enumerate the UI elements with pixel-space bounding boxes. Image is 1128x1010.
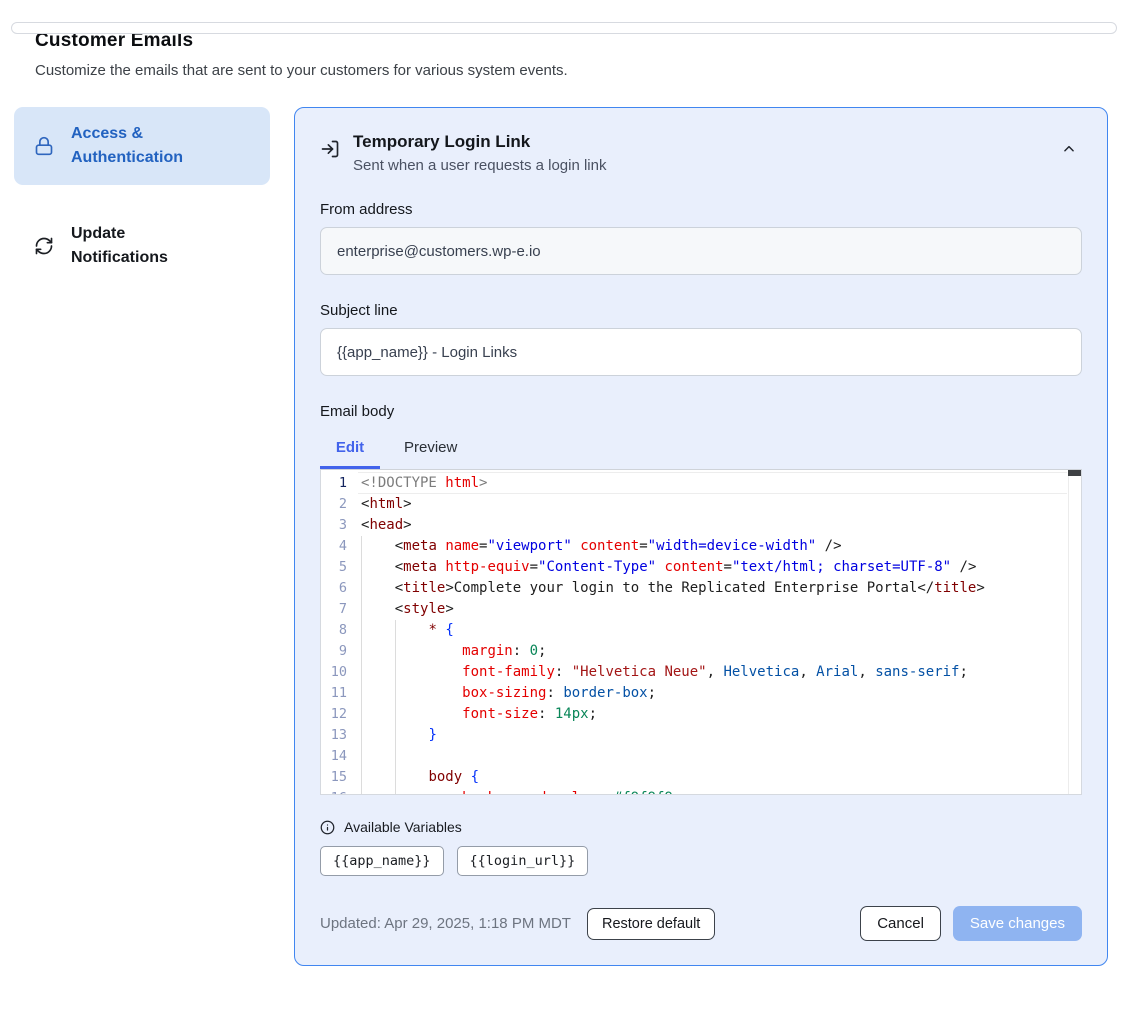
indent-guide [395, 788, 396, 795]
restore-default-button[interactable]: Restore default [587, 908, 715, 940]
previous-card-bottom-edge [11, 22, 1117, 34]
indent-guide [361, 746, 362, 767]
log-in-icon [320, 139, 340, 159]
indent-guide [395, 641, 396, 662]
line-number: 12 [321, 704, 356, 725]
indent-guide [395, 746, 396, 767]
indent-guide [361, 599, 362, 620]
updated-timestamp: Updated: Apr 29, 2025, 1:18 PM MDT [320, 915, 571, 932]
available-variables-row: Available Variables [320, 819, 1082, 835]
sidebar-item-access-authentication[interactable]: Access & Authentication [14, 107, 270, 185]
tab-edit[interactable]: Edit [320, 430, 380, 469]
panel-title: Temporary Login Link [353, 132, 606, 152]
lock-icon [34, 136, 54, 156]
line-number: 4 [321, 536, 356, 557]
panel-footer: Updated: Apr 29, 2025, 1:18 PM MDT Resto… [320, 906, 1082, 941]
line-number: 10 [321, 662, 356, 683]
code-line[interactable]: <title>Complete your login to the Replic… [361, 578, 1067, 599]
line-number: 1 [321, 473, 356, 494]
panel-subtitle: Sent when a user requests a login link [353, 157, 606, 174]
subject-line-label: Subject line [320, 302, 1082, 319]
code-line[interactable]: * { [361, 620, 1067, 641]
indent-guide [361, 704, 362, 725]
sidebar-item-update-notifications[interactable]: Update Notifications [14, 207, 270, 285]
code-line[interactable]: <html> [361, 494, 1067, 515]
sidebar-item-label: Access & Authentication [71, 122, 221, 170]
code-line[interactable]: <style> [361, 599, 1067, 620]
editor-gutter: 12345678910111213141516 [321, 473, 356, 795]
line-number: 3 [321, 515, 356, 536]
tab-preview[interactable]: Preview [380, 430, 481, 469]
available-variables-label: Available Variables [344, 819, 462, 835]
page-description: Customize the emails that are sent to yo… [35, 62, 1128, 79]
save-changes-button[interactable]: Save changes [953, 906, 1082, 941]
line-number: 8 [321, 620, 356, 641]
code-line[interactable]: <meta http-equiv="Content-Type" content=… [361, 557, 1067, 578]
indent-guide [361, 641, 362, 662]
email-body-tabs: Edit Preview [320, 430, 1082, 469]
indent-guide [395, 620, 396, 641]
collapse-panel-button[interactable] [1056, 136, 1082, 165]
code-line[interactable]: box-sizing: border-box; [361, 683, 1067, 704]
indent-guide [395, 725, 396, 746]
indent-guide [361, 578, 362, 599]
indent-guide [361, 620, 362, 641]
email-body-label: Email body [320, 403, 1082, 420]
code-line[interactable]: font-size: 14px; [361, 704, 1067, 725]
indent-guide [361, 557, 362, 578]
line-number: 2 [321, 494, 356, 515]
indent-guide [395, 683, 396, 704]
code-line[interactable]: <!DOCTYPE html> [361, 473, 1067, 494]
indent-guide [361, 767, 362, 788]
info-icon [320, 820, 335, 835]
indent-guide [361, 662, 362, 683]
variable-chips: {{app_name}} {{login_url}} [320, 846, 1082, 876]
editor-code[interactable]: <!DOCTYPE html><html><head> <meta name="… [361, 473, 1067, 795]
sidebar-item-label: Update Notifications [71, 222, 221, 270]
refresh-icon [34, 236, 54, 256]
from-address-label: From address [320, 201, 1082, 218]
line-number: 6 [321, 578, 356, 599]
code-line[interactable]: background-color: #f9f9f9; [361, 788, 1067, 795]
cancel-button[interactable]: Cancel [860, 906, 941, 941]
from-address-input[interactable] [320, 227, 1082, 275]
code-line[interactable]: <meta name="viewport" content="width=dev… [361, 536, 1067, 557]
page-header: Customer Emails Customize the emails tha… [35, 30, 1128, 79]
indent-guide [361, 683, 362, 704]
email-body-code-editor[interactable]: 12345678910111213141516 <!DOCTYPE html><… [320, 469, 1082, 795]
code-line[interactable]: } [361, 725, 1067, 746]
indent-guide [361, 536, 362, 557]
indent-guide [361, 725, 362, 746]
email-types-sidebar: Access & Authentication Update Notificat… [14, 107, 270, 285]
variable-chip-login-url[interactable]: {{login_url}} [457, 846, 589, 876]
indent-guide [395, 662, 396, 683]
line-number: 13 [321, 725, 356, 746]
line-number: 7 [321, 599, 356, 620]
editor-scrollbar-thumb[interactable] [1068, 470, 1081, 476]
code-line[interactable] [361, 746, 1067, 767]
editor-scrollbar-track[interactable] [1068, 470, 1081, 794]
code-line[interactable]: font-family: "Helvetica Neue", Helvetica… [361, 662, 1067, 683]
code-line[interactable]: margin: 0; [361, 641, 1067, 662]
chevron-up-icon [1062, 142, 1076, 156]
code-line[interactable]: body { [361, 767, 1067, 788]
line-number: 11 [321, 683, 356, 704]
variable-chip-app-name[interactable]: {{app_name}} [320, 846, 444, 876]
panel-header: Temporary Login Link Sent when a user re… [320, 132, 1082, 174]
line-number: 15 [321, 767, 356, 788]
temporary-login-link-panel: Temporary Login Link Sent when a user re… [294, 107, 1108, 966]
line-number: 9 [321, 641, 356, 662]
line-number: 14 [321, 746, 356, 767]
line-number: 16 [321, 788, 356, 795]
line-number: 5 [321, 557, 356, 578]
indent-guide [361, 788, 362, 795]
indent-guide [395, 767, 396, 788]
indent-guide [395, 704, 396, 725]
code-line[interactable]: <head> [361, 515, 1067, 536]
subject-line-input[interactable] [320, 328, 1082, 376]
